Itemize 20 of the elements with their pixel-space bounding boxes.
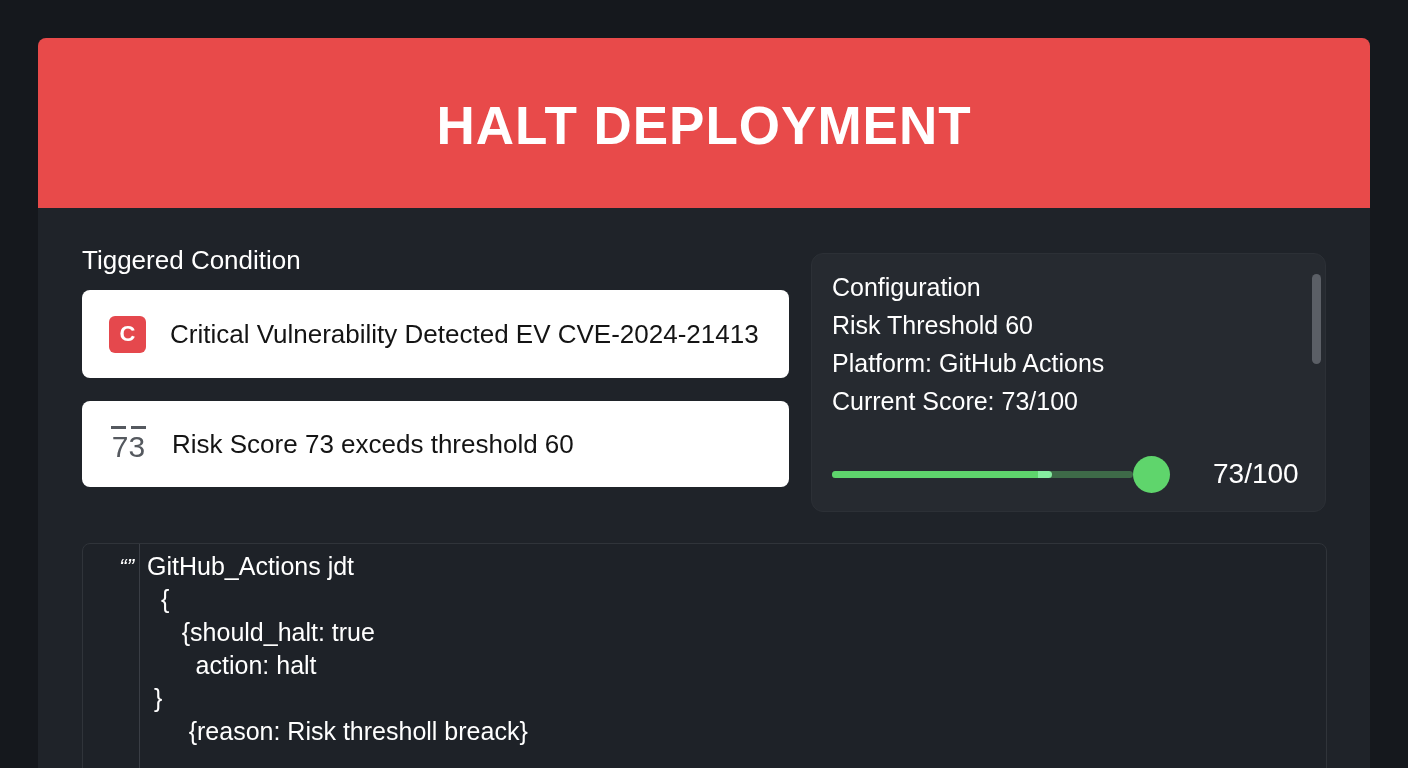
code-line: { [159, 584, 170, 615]
config-line: Platform: GitHub Actions [832, 348, 1105, 379]
code-line: } [152, 683, 163, 714]
code-line: {should_halt: true [180, 617, 375, 648]
config-line: Current Score: 73/100 [832, 386, 1078, 417]
condition-text: Critical Vulnerability Detected EV CVE-2024-21413 [170, 319, 759, 349]
section-heading: Tiggered Condition [82, 245, 301, 275]
condition-text: Risk Score 73 exceds threshold 60 [172, 429, 574, 459]
slider-thumb[interactable] [1133, 455, 1170, 493]
slider-track[interactable] [832, 470, 1133, 478]
code-line: GitHub_Actions jdt [147, 551, 355, 582]
score-reading: 73/100 [1213, 458, 1299, 490]
banner-title: HALT DEPLOYMENT [436, 98, 972, 152]
scrollbar[interactable] [1312, 274, 1321, 364]
config-line: Risk Threshold 60 [832, 310, 1034, 341]
letter-tile-icon: C [109, 315, 146, 353]
panel-title: Configuration [832, 272, 981, 303]
code-line: {reason: Risk thresholl breack} [187, 716, 528, 747]
code-line: action: halt [194, 650, 317, 681]
gutter-mark: “” [119, 553, 134, 581]
